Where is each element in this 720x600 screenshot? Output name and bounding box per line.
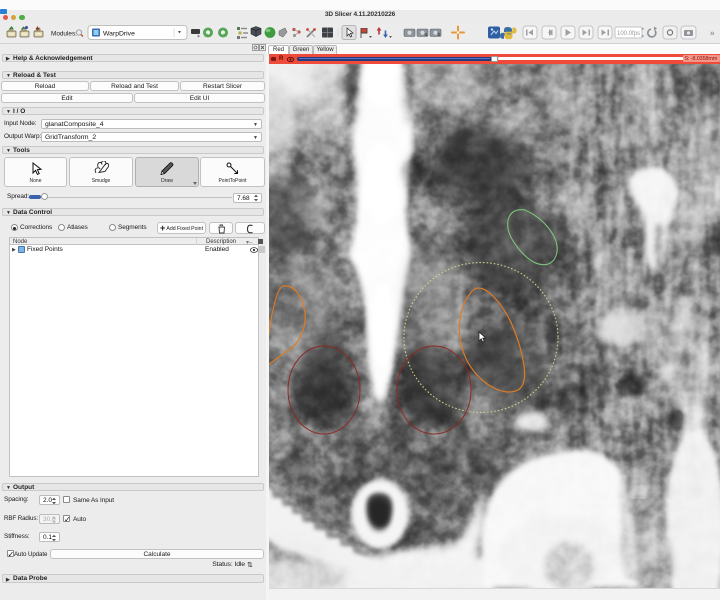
svg-text:Modules:: Modules: <box>51 31 77 38</box>
svg-text:b: b <box>438 32 441 38</box>
svg-text:100.0fps: 100.0fps <box>617 31 640 37</box>
svg-text:WarpDrive: WarpDrive <box>103 31 135 38</box>
svg-text:»: » <box>710 29 715 38</box>
svg-text:a: a <box>425 32 428 38</box>
